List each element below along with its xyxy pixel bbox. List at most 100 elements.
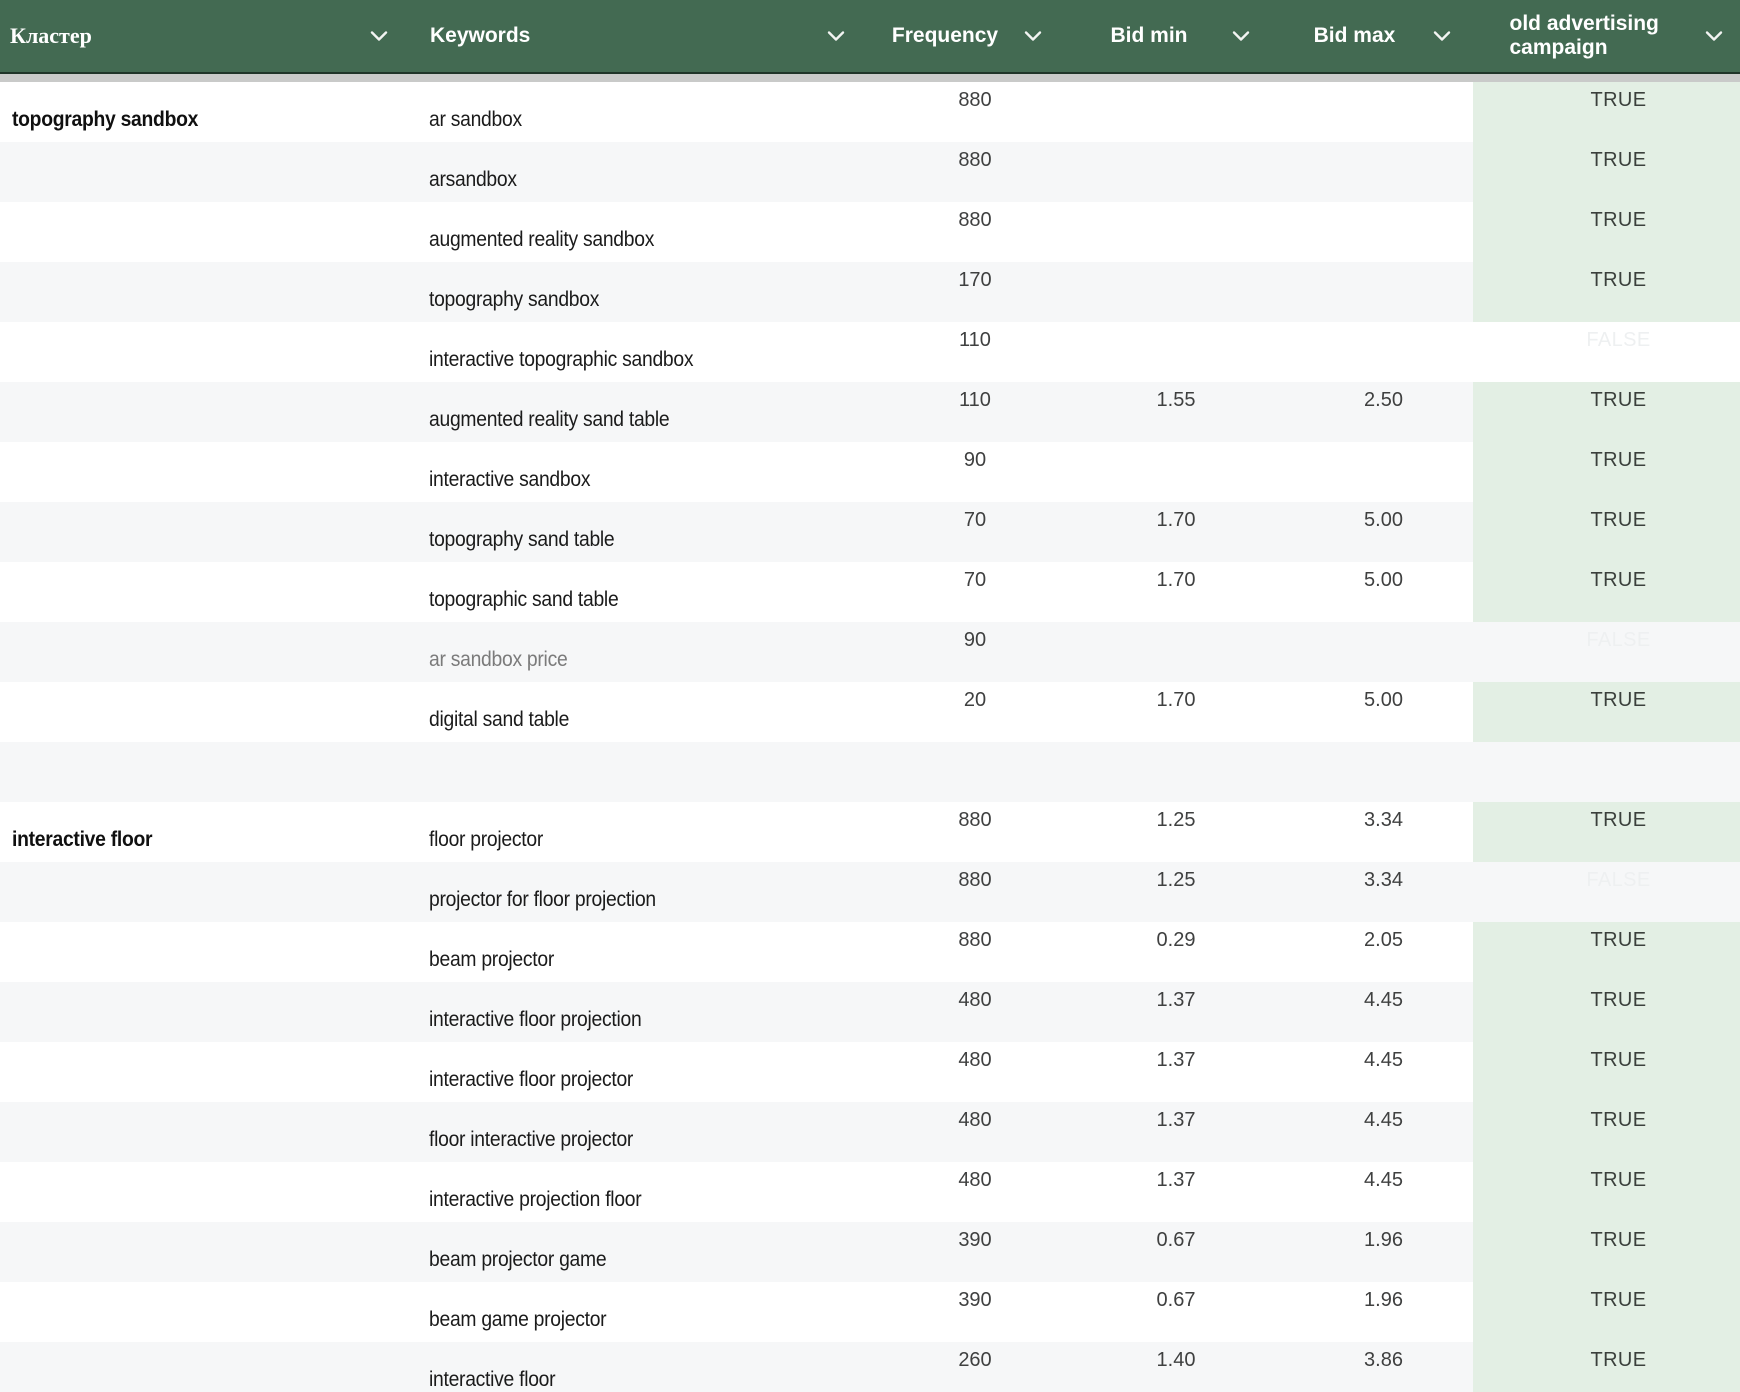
keyword-cell[interactable]: projector for floor projection <box>420 862 872 922</box>
bid-min-cell[interactable] <box>1050 322 1262 382</box>
bid-min-cell[interactable]: 0.29 <box>1050 922 1262 982</box>
campaign-cell[interactable]: TRUE <box>1473 1342 1740 1392</box>
bid-max-cell[interactable]: 2.05 <box>1262 922 1473 982</box>
campaign-cell[interactable] <box>1473 742 1740 802</box>
keyword-cell[interactable]: interactive floor projector <box>420 1042 872 1102</box>
campaign-cell[interactable]: TRUE <box>1473 922 1740 982</box>
bid-min-cell[interactable]: 0.67 <box>1050 1282 1262 1342</box>
bid-min-cell[interactable]: 1.70 <box>1050 562 1262 622</box>
frequency-cell[interactable]: 880 <box>872 142 1050 202</box>
cluster-cell[interactable] <box>0 562 420 622</box>
bid-min-cell[interactable]: 1.37 <box>1050 1042 1262 1102</box>
column-header-frequency[interactable]: Frequency <box>872 0 1050 72</box>
keyword-cell[interactable]: ar sandbox price <box>420 622 872 682</box>
frequency-cell[interactable]: 170 <box>872 262 1050 322</box>
column-header-bid-min[interactable]: Bid min <box>1050 0 1262 72</box>
keyword-cell[interactable]: arsandbox <box>420 142 872 202</box>
bid-max-cell[interactable]: 1.96 <box>1262 1222 1473 1282</box>
campaign-cell[interactable]: TRUE <box>1473 82 1740 142</box>
campaign-cell[interactable]: TRUE <box>1473 1222 1740 1282</box>
bid-min-cell[interactable]: 1.40 <box>1050 1342 1262 1392</box>
keyword-cell[interactable]: floor projector <box>420 802 872 862</box>
cluster-cell[interactable] <box>0 1222 420 1282</box>
bid-max-cell[interactable] <box>1262 622 1473 682</box>
column-header-cluster[interactable]: Кластер <box>0 0 420 72</box>
keyword-cell[interactable]: ar sandbox <box>420 82 872 142</box>
filter-chevron-down-icon[interactable] <box>1024 31 1042 42</box>
bid-min-cell[interactable]: 0.67 <box>1050 1222 1262 1282</box>
cluster-cell[interactable] <box>0 502 420 562</box>
filter-chevron-down-icon[interactable] <box>827 31 845 42</box>
cluster-cell[interactable] <box>0 1282 420 1342</box>
frequency-cell[interactable]: 70 <box>872 502 1050 562</box>
frequency-cell[interactable]: 880 <box>872 862 1050 922</box>
frequency-cell[interactable]: 20 <box>872 682 1050 742</box>
cluster-cell[interactable] <box>0 862 420 922</box>
bid-max-cell[interactable] <box>1262 82 1473 142</box>
frequency-cell[interactable]: 260 <box>872 1342 1050 1392</box>
campaign-cell[interactable]: TRUE <box>1473 802 1740 862</box>
keyword-cell[interactable]: interactive floor <box>420 1342 872 1392</box>
frequency-cell[interactable]: 70 <box>872 562 1050 622</box>
campaign-cell[interactable]: TRUE <box>1473 1162 1740 1222</box>
frequency-cell[interactable]: 480 <box>872 1102 1050 1162</box>
cluster-cell[interactable] <box>0 1042 420 1102</box>
cluster-cell[interactable] <box>0 682 420 742</box>
filter-chevron-down-icon[interactable] <box>1705 31 1723 42</box>
bid-min-cell[interactable]: 1.55 <box>1050 382 1262 442</box>
frequency-cell[interactable]: 880 <box>872 922 1050 982</box>
frequency-cell[interactable]: 90 <box>872 442 1050 502</box>
column-header-bid-max[interactable]: Bid max <box>1262 0 1473 72</box>
bid-max-cell[interactable]: 2.50 <box>1262 382 1473 442</box>
cluster-cell[interactable] <box>0 982 420 1042</box>
bid-max-cell[interactable]: 4.45 <box>1262 1042 1473 1102</box>
keyword-cell[interactable] <box>420 742 872 802</box>
cluster-cell[interactable] <box>0 1162 420 1222</box>
keyword-cell[interactable]: interactive topographic sandbox <box>420 322 872 382</box>
campaign-cell[interactable]: TRUE <box>1473 262 1740 322</box>
bid-min-cell[interactable] <box>1050 442 1262 502</box>
bid-min-cell[interactable]: 1.70 <box>1050 502 1262 562</box>
bid-max-cell[interactable] <box>1262 142 1473 202</box>
frequency-cell[interactable]: 390 <box>872 1282 1050 1342</box>
campaign-cell[interactable]: TRUE <box>1473 1282 1740 1342</box>
campaign-cell[interactable]: TRUE <box>1473 502 1740 562</box>
column-header-keywords[interactable]: Keywords <box>420 0 872 72</box>
frequency-cell[interactable]: 110 <box>872 382 1050 442</box>
keyword-cell[interactable]: floor interactive projector <box>420 1102 872 1162</box>
bid-max-cell[interactable] <box>1262 322 1473 382</box>
campaign-cell[interactable]: TRUE <box>1473 202 1740 262</box>
campaign-cell[interactable]: FALSE <box>1473 322 1740 382</box>
bid-min-cell[interactable] <box>1050 622 1262 682</box>
frequency-cell[interactable]: 480 <box>872 1162 1050 1222</box>
bid-max-cell[interactable] <box>1262 742 1473 802</box>
bid-max-cell[interactable] <box>1262 442 1473 502</box>
frequency-cell[interactable]: 390 <box>872 1222 1050 1282</box>
keyword-cell[interactable]: augmented reality sand table <box>420 382 872 442</box>
cluster-cell[interactable] <box>0 382 420 442</box>
cluster-cell[interactable] <box>0 1102 420 1162</box>
bid-min-cell[interactable]: 1.25 <box>1050 862 1262 922</box>
bid-max-cell[interactable]: 3.34 <box>1262 862 1473 922</box>
cluster-cell[interactable]: topography sandbox <box>0 82 420 142</box>
campaign-cell[interactable]: TRUE <box>1473 1042 1740 1102</box>
frequency-cell[interactable] <box>872 742 1050 802</box>
bid-max-cell[interactable]: 4.45 <box>1262 1162 1473 1222</box>
keyword-cell[interactable]: topographic sand table <box>420 562 872 622</box>
column-header-old-advertising-campaign[interactable]: old advertising campaign <box>1473 0 1740 72</box>
filter-chevron-down-icon[interactable] <box>1433 31 1451 42</box>
campaign-cell[interactable]: TRUE <box>1473 982 1740 1042</box>
cluster-cell[interactable] <box>0 1342 420 1392</box>
frequency-cell[interactable]: 880 <box>872 82 1050 142</box>
keyword-cell[interactable]: beam game projector <box>420 1282 872 1342</box>
filter-chevron-down-icon[interactable] <box>370 31 388 42</box>
bid-max-cell[interactable]: 3.86 <box>1262 1342 1473 1392</box>
bid-min-cell[interactable] <box>1050 202 1262 262</box>
campaign-cell[interactable]: TRUE <box>1473 1102 1740 1162</box>
bid-min-cell[interactable]: 1.37 <box>1050 1102 1262 1162</box>
bid-max-cell[interactable]: 1.96 <box>1262 1282 1473 1342</box>
campaign-cell[interactable]: FALSE <box>1473 622 1740 682</box>
keyword-cell[interactable]: interactive sandbox <box>420 442 872 502</box>
bid-max-cell[interactable]: 5.00 <box>1262 502 1473 562</box>
bid-min-cell[interactable] <box>1050 142 1262 202</box>
